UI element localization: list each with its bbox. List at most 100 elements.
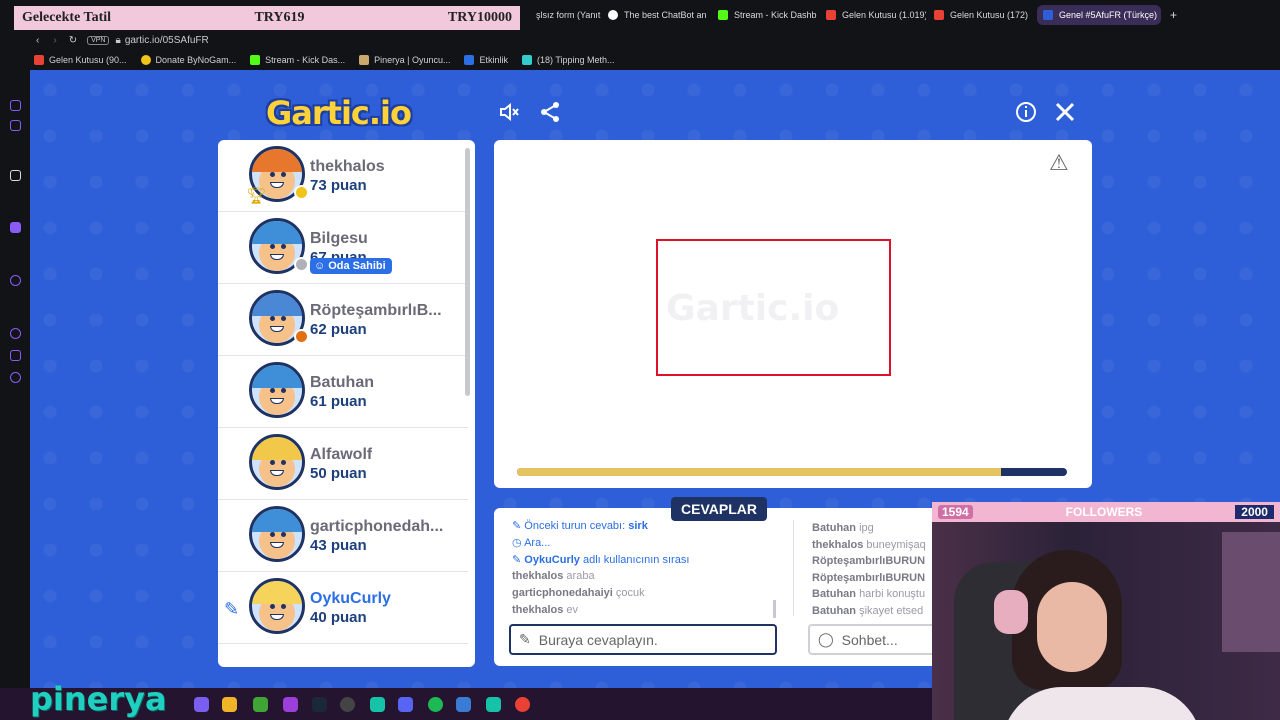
browser-tab[interactable]: The best ChatBot an — [602, 5, 710, 25]
share-icon[interactable] — [538, 100, 562, 124]
chat-user: Batuhan — [812, 522, 856, 534]
sidebar-icon[interactable] — [10, 120, 21, 131]
answer-log-scrollbar[interactable] — [773, 600, 776, 618]
new-tab-button[interactable]: + — [1164, 5, 1178, 25]
player-row[interactable]: garticphonedah... 43 puan — [218, 500, 468, 572]
sidebar-icon[interactable] — [10, 170, 21, 181]
donate-icon — [140, 55, 151, 65]
log-text: çocuk — [615, 587, 645, 599]
chat-text: harbi konuştu — [859, 588, 926, 601]
forward-icon[interactable]: › — [53, 35, 56, 46]
bookmark-label: Etkinlik — [479, 55, 508, 65]
bookmark[interactable]: (18) Tipping Meth... — [522, 55, 615, 65]
player-list-scrollbar[interactable] — [465, 148, 470, 396]
answer-log-line: thekhalos araba — [512, 570, 595, 582]
gmail-icon — [826, 10, 836, 20]
app-icon[interactable] — [486, 697, 501, 712]
bookmark-label: Gelen Kutusu (90... — [49, 55, 127, 65]
url-text[interactable]: gartic.io/05SAfuFR — [125, 35, 209, 46]
sound-icon[interactable] — [498, 100, 522, 124]
chat-input[interactable]: ◯ Sohbet... — [808, 624, 938, 655]
player-row[interactable]: Alfawolf 50 puan — [218, 428, 468, 500]
answer-input[interactable]: ✎ Buraya cevaplayın. — [509, 624, 777, 655]
browser-tab[interactable]: Gelen Kutusu (172) — [928, 5, 1032, 25]
player-name: Bilgesu — [310, 230, 368, 247]
player-name: Batuhan — [310, 374, 374, 391]
copilot-icon[interactable] — [194, 697, 209, 712]
bookmark[interactable]: Stream - Kick Das... — [250, 55, 345, 65]
browser-tab[interactable]: Stream - Kick Dashb — [712, 5, 818, 25]
player-row[interactable]: OykuCurly 40 puan ✎ — [218, 572, 468, 644]
chat-user: Batuhan — [812, 588, 856, 601]
player-status-icon — [294, 185, 309, 200]
bookmark-label: (18) Tipping Meth... — [537, 55, 615, 65]
answers-tab[interactable]: CEVAPLAR — [671, 497, 767, 521]
xbox-icon[interactable] — [253, 697, 268, 712]
chat-user: RöpteşambırlıBURUN — [812, 555, 926, 568]
cube-icon[interactable] — [10, 350, 21, 361]
webcam-feed — [932, 522, 1280, 720]
steam-icon[interactable] — [312, 697, 327, 712]
sidebar-icon[interactable] — [10, 275, 21, 286]
log-text: araba — [566, 570, 595, 582]
opera-icon[interactable] — [283, 697, 298, 712]
reload-icon[interactable]: ↻ — [69, 35, 77, 46]
browser-tab[interactable]: Gelen Kutusu (1.019) — [820, 5, 926, 25]
player-row[interactable]: thekhalos 73 puan 🏆︎ — [218, 140, 468, 212]
app-icon[interactable] — [456, 697, 471, 712]
info-icon[interactable] — [1014, 100, 1038, 124]
log-text: adlı kullanıcının sırası — [582, 554, 690, 566]
answer-log-line: ◷ Ara... — [512, 537, 551, 549]
round-timer-bar — [517, 468, 1067, 476]
gmail-icon — [34, 55, 44, 65]
vpn-badge[interactable]: VPN — [87, 35, 110, 45]
sidebar-icon[interactable] — [10, 100, 21, 111]
bookmark[interactable]: Etkinlik — [464, 55, 508, 65]
player-avatar — [249, 578, 305, 634]
settings-icon[interactable] — [10, 372, 21, 383]
chatbot-icon — [608, 10, 618, 20]
twitch-icon[interactable] — [10, 222, 21, 233]
player-avatar — [249, 434, 305, 490]
chat-log-line: thekhalos buneymişaq — [812, 539, 930, 551]
back-icon[interactable]: ‹ — [36, 35, 39, 46]
answer-log-line: thekhalos ev — [512, 604, 578, 616]
bookmark[interactable]: Pinerya | Oyuncu... — [359, 55, 450, 65]
tab-label: Genel #5AfuFR (Türkçe) — [1059, 10, 1158, 20]
obs-icon[interactable] — [340, 697, 355, 712]
player-name: Alfawolf — [310, 446, 373, 463]
report-warning-icon[interactable]: ⚠ — [1049, 150, 1069, 176]
browser-tab-active[interactable]: Genel #5AfuFR (Türkçe) — [1037, 5, 1161, 25]
bookmark[interactable]: Donate ByNoGam... — [140, 55, 237, 65]
panel-divider — [793, 520, 794, 616]
clock-icon[interactable] — [10, 328, 21, 339]
chrome-icon[interactable] — [515, 697, 530, 712]
pencil-icon: ✎ — [519, 631, 531, 647]
app-icon[interactable] — [370, 697, 385, 712]
spotify-icon[interactable] — [428, 697, 443, 712]
kick-icon — [250, 55, 261, 65]
chat-bubble-icon: ◯ — [818, 631, 834, 647]
player-row[interactable]: Batuhan 61 puan — [218, 356, 468, 428]
tab-label: The best ChatBot an — [624, 10, 707, 20]
player-score: 43 puan — [310, 537, 367, 554]
folder-icon[interactable] — [222, 697, 237, 712]
player-row[interactable]: RöpteşambırlıB... 62 puan — [218, 284, 468, 356]
bookmark-label: Pinerya | Oyuncu... — [374, 55, 451, 65]
owner-icon: ☺ — [314, 260, 326, 272]
sidebar-rail — [0, 50, 30, 720]
bookmark-label: Stream - Kick Das... — [265, 55, 346, 65]
discord-icon[interactable] — [398, 697, 413, 712]
browser-tab[interactable]: şlsız form (Yanıt — [530, 5, 602, 25]
bookmark-label: Donate ByNoGam... — [155, 55, 237, 65]
chat-log-line: Batuhan şikayet etsed — [812, 605, 930, 617]
gartic-icon — [1043, 10, 1053, 20]
goal-title: Gelecekte Tatil — [22, 10, 112, 25]
bookmark[interactable]: Gelen Kutusu (90... — [34, 55, 127, 65]
player-status-icon — [294, 257, 309, 272]
log-user: OykuCurly — [524, 554, 580, 566]
close-icon[interactable] — [1053, 100, 1077, 124]
player-name: OykuCurly — [310, 590, 391, 607]
chat-placeholder: Sohbet... — [841, 631, 898, 648]
shelf — [1222, 532, 1280, 652]
